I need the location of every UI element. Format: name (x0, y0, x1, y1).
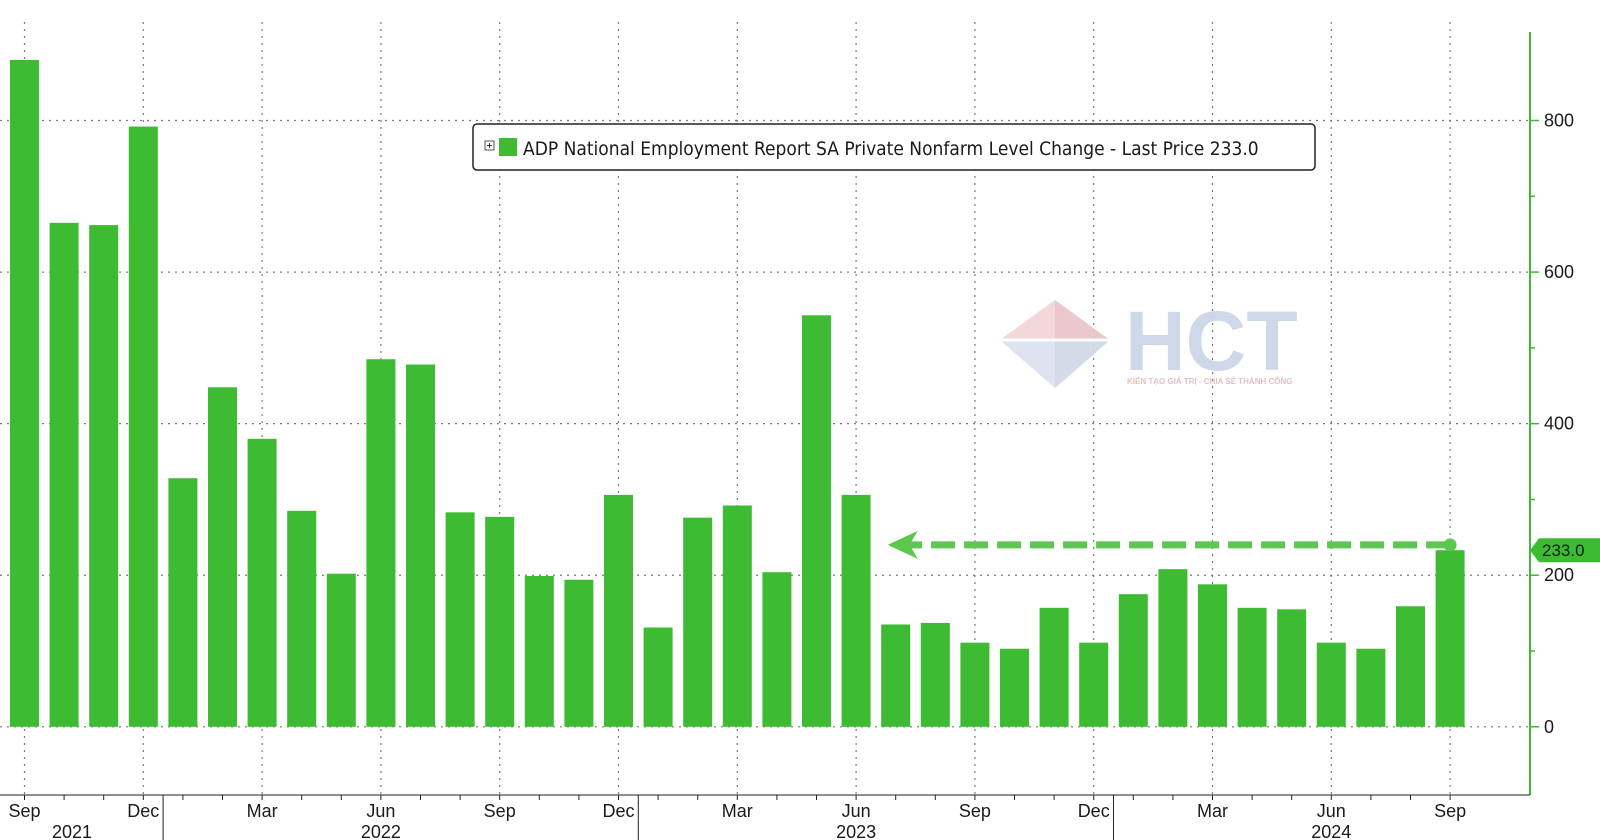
bar (524, 575, 554, 727)
bar (485, 516, 515, 727)
bar (1356, 648, 1386, 727)
bar (445, 512, 475, 727)
bar (406, 364, 435, 727)
bar (960, 642, 990, 727)
bar (128, 126, 158, 727)
x-tick-label: Sep (484, 801, 516, 821)
bar (1000, 648, 1029, 727)
y-tick-label: 0 (1544, 717, 1554, 737)
x-tick-label: Mar (1197, 801, 1228, 821)
last-value-arrow (887, 530, 1457, 559)
bar (1237, 607, 1267, 727)
bar (920, 622, 950, 727)
bar (802, 315, 831, 727)
legend-swatch (499, 138, 517, 156)
year-label: 2024 (1311, 822, 1351, 840)
year-label: 2022 (361, 822, 401, 840)
watermark: HCT KIẾN TẠO GIÁ TRỊ - CHIA SẺ THÀNH CÔN… (1000, 294, 1298, 388)
x-tick-label: Sep (8, 801, 40, 821)
bar (49, 222, 79, 727)
bar (1277, 609, 1307, 727)
y-tick-label: 200 (1544, 565, 1574, 585)
bar (366, 359, 396, 727)
bar (10, 59, 39, 727)
y-tick-label: 400 (1544, 414, 1574, 434)
x-tick-label: Jun (842, 801, 871, 821)
x-tick-label: Dec (127, 801, 159, 821)
legend-collapse-icon[interactable] (484, 140, 495, 151)
x-tick-label: Sep (1434, 801, 1466, 821)
bar-chart: HCT KIẾN TẠO GIÁ TRỊ - CHIA SẺ THÀNH CÔN… (0, 22, 1600, 840)
x-tick-label: Mar (722, 801, 753, 821)
arrow-origin-dot (1443, 538, 1457, 552)
legend-label: ADP National Employment Report SA Privat… (523, 138, 1259, 160)
bar (287, 510, 317, 727)
watermark-tagline: KIẾN TẠO GIÁ TRỊ - CHIA SẺ THÀNH CÔNG (1127, 376, 1292, 386)
x-tick-label: Mar (247, 801, 278, 821)
bar (604, 494, 633, 727)
x-tick-label: Dec (602, 801, 634, 821)
x-tick-label: Dec (1078, 801, 1110, 821)
bar (841, 494, 871, 727)
bar (168, 478, 198, 727)
hct-logo-icon (1000, 300, 1110, 388)
bar (89, 225, 119, 727)
year-label: 2021 (52, 822, 92, 840)
bar (247, 438, 277, 727)
bar (564, 579, 594, 727)
bar (643, 627, 673, 727)
bar (1079, 642, 1109, 727)
x-tick-label: Jun (1317, 801, 1346, 821)
bar (881, 624, 911, 727)
last-value-label: 233.0 (1542, 541, 1585, 560)
bar (683, 517, 713, 727)
y-tick-label: 600 (1544, 262, 1574, 282)
bar (1198, 584, 1227, 727)
year-label: 2023 (836, 822, 876, 840)
x-tick-label: Jun (366, 801, 395, 821)
bar (1118, 594, 1148, 727)
bar (762, 572, 792, 727)
y-tick-label: 800 (1544, 111, 1574, 131)
x-tick-label: Sep (959, 801, 991, 821)
bar (1039, 607, 1069, 727)
last-value-marker: 233.0 (1530, 538, 1600, 563)
watermark-brand: HCT (1125, 294, 1298, 388)
bar (326, 573, 356, 727)
bar (1435, 550, 1465, 727)
bar (208, 387, 237, 727)
bar (1158, 569, 1188, 727)
chart-container: HCT KIẾN TẠO GIÁ TRỊ - CHIA SẺ THÀNH CÔN… (0, 0, 1600, 840)
legend: ADP National Employment Report SA Privat… (472, 123, 1316, 171)
bar (1396, 606, 1425, 727)
bar (722, 505, 752, 727)
bar (1316, 642, 1346, 727)
